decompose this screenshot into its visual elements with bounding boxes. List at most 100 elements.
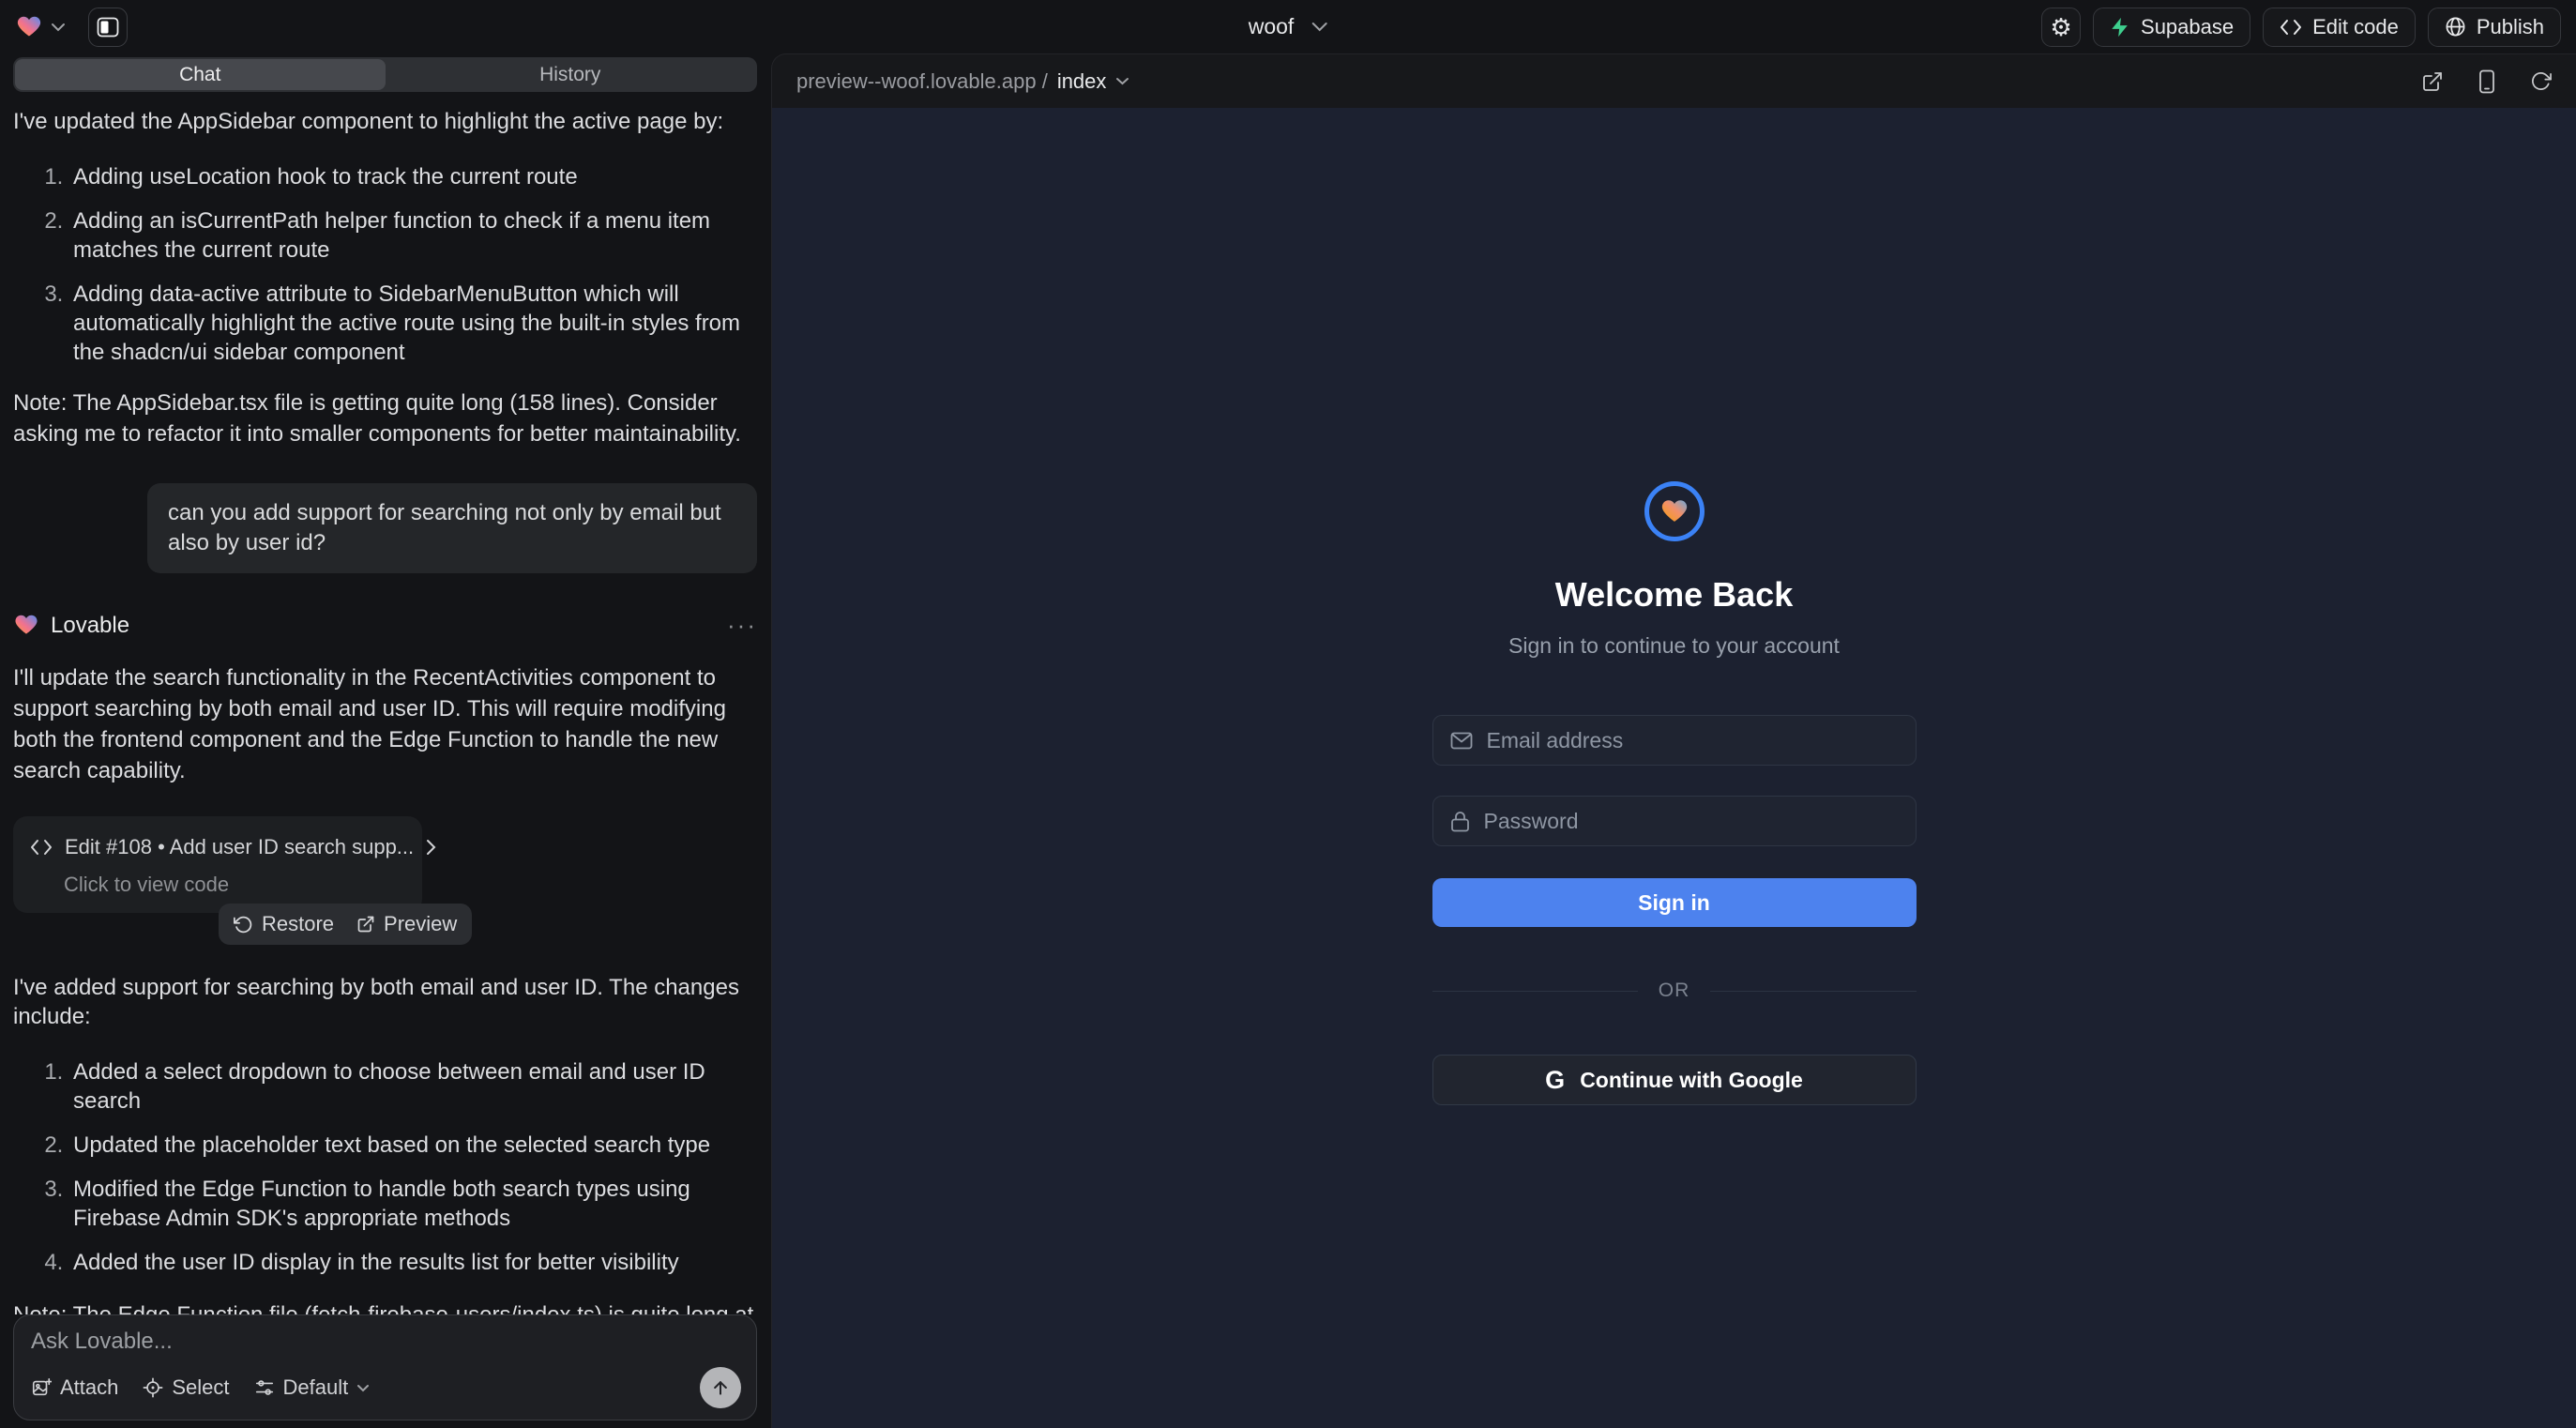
divider-line xyxy=(1432,991,1638,992)
assistant-message-text: I've added support for searching by both… xyxy=(13,973,757,1031)
attach-image-icon xyxy=(31,1377,52,1398)
list-item: Added the user ID display in the results… xyxy=(69,1248,757,1277)
project-switcher[interactable]: woof xyxy=(1249,0,1328,53)
list-item: Adding data-active attribute to SidebarM… xyxy=(69,280,757,367)
assistant-header: Lovable ··· xyxy=(13,611,757,640)
topbar: woof ⚙ Supabase Edit code xyxy=(0,0,2576,53)
chevron-down-icon xyxy=(1115,77,1129,85)
default-label: Default xyxy=(283,1375,349,1400)
password-field[interactable] xyxy=(1484,809,1899,834)
smartphone-icon xyxy=(2478,69,2496,94)
mobile-view-button[interactable] xyxy=(2478,69,2496,94)
envelope-icon xyxy=(1450,732,1473,750)
restore-button[interactable]: Restore xyxy=(234,912,334,936)
chat-input[interactable] xyxy=(31,1329,741,1355)
preview-iframe: Welcome Back Sign in to continue to your… xyxy=(772,108,2576,1428)
supabase-label: Supabase xyxy=(2141,15,2234,39)
open-in-new-tab-button[interactable] xyxy=(2421,70,2444,93)
page-title: Welcome Back xyxy=(1555,575,1793,615)
tab-chat[interactable]: Chat xyxy=(15,59,386,90)
restore-icon xyxy=(234,915,253,934)
sign-in-button[interactable]: Sign in xyxy=(1432,878,1917,927)
chevron-down-icon xyxy=(356,1384,370,1392)
assistant-name: Lovable xyxy=(51,611,129,640)
app-heart-icon xyxy=(1659,498,1690,525)
user-message-row: can you add support for searching not on… xyxy=(13,483,757,573)
code-icon xyxy=(2280,19,2302,36)
preview-url-bar: preview--woof.lovable.app / index xyxy=(772,54,2576,108)
app-logo-ring xyxy=(1644,481,1705,541)
password-field-wrap xyxy=(1432,796,1917,846)
google-label: Continue with Google xyxy=(1580,1068,1803,1093)
select-button[interactable]: Select xyxy=(143,1375,229,1400)
globe-icon xyxy=(2445,16,2466,38)
edit-card-header: Edit #108 • Add user ID search supp... xyxy=(30,832,405,861)
lovable-avatar-icon xyxy=(13,614,39,637)
list-item: Adding an isCurrentPath helper function … xyxy=(69,206,757,265)
email-field[interactable] xyxy=(1487,728,1899,753)
attach-label: Attach xyxy=(60,1375,118,1400)
main-layout: Chat History I've updated the AppSidebar… xyxy=(0,53,2576,1428)
preview-url-page: index xyxy=(1057,69,1107,94)
continue-with-google-button[interactable]: G Continue with Google xyxy=(1432,1055,1917,1105)
code-icon xyxy=(30,839,53,856)
google-g-icon: G xyxy=(1545,1068,1565,1093)
lovable-heart-icon xyxy=(15,15,43,39)
sidebar-toggle-button[interactable] xyxy=(88,8,128,47)
restore-label: Restore xyxy=(262,912,334,936)
assistant-note-text: Note: The Edge Function file (fetch-fire… xyxy=(13,1299,757,1314)
list-item: Modified the Edge Function to handle bot… xyxy=(69,1175,757,1233)
publish-label: Publish xyxy=(2477,15,2544,39)
chevron-down-icon xyxy=(1311,22,1327,32)
assistant-message-list: Added a select dropdown to choose betwee… xyxy=(13,1057,757,1277)
chat-history-tabs: Chat History xyxy=(13,57,757,92)
or-divider: OR xyxy=(1432,980,1917,1002)
supabase-bolt-icon xyxy=(2110,17,2130,38)
email-field-wrap xyxy=(1432,715,1917,766)
edit-card-title: Edit #108 • Add user ID search supp... xyxy=(65,832,414,861)
user-message-bubble: can you add support for searching not on… xyxy=(147,483,757,573)
edit-code-button[interactable]: Edit code xyxy=(2263,8,2416,47)
page-subtitle: Sign in to continue to your account xyxy=(1508,633,1840,659)
attach-button[interactable]: Attach xyxy=(31,1375,118,1400)
lock-icon xyxy=(1450,811,1470,832)
assistant-message-text: I'll update the search functionality in … xyxy=(13,662,757,786)
chevron-right-icon xyxy=(426,839,436,856)
assistant-message-list: Adding useLocation hook to track the cur… xyxy=(13,162,757,367)
gear-icon: ⚙ xyxy=(2050,15,2071,39)
settings-button[interactable]: ⚙ xyxy=(2041,8,2081,47)
tab-history[interactable]: History xyxy=(386,59,756,90)
edit-code-card[interactable]: Edit #108 • Add user ID search supp... C… xyxy=(13,816,422,913)
publish-button[interactable]: Publish xyxy=(2428,8,2561,47)
edit-card-subtitle: Click to view code xyxy=(64,870,405,899)
lovable-app-window: woof ⚙ Supabase Edit code xyxy=(0,0,2576,1428)
chevron-down-icon xyxy=(51,23,66,32)
external-link-icon xyxy=(2421,70,2444,93)
select-target-icon xyxy=(143,1377,163,1398)
composer: Attach Select xyxy=(13,1314,757,1420)
select-label: Select xyxy=(172,1375,229,1400)
list-item: Added a select dropdown to choose betwee… xyxy=(69,1057,757,1116)
preview-url-prefix: preview--woof.lovable.app / xyxy=(796,69,1048,94)
topbar-left xyxy=(15,8,128,47)
preview-button[interactable]: Preview xyxy=(356,912,457,936)
arrow-up-icon xyxy=(711,1378,730,1397)
composer-toolbar: Attach Select xyxy=(31,1367,741,1408)
model-default-button[interactable]: Default xyxy=(254,1375,371,1400)
sliders-icon xyxy=(254,1377,275,1398)
send-button[interactable] xyxy=(700,1367,741,1408)
chat-message-list[interactable]: I've updated the AppSidebar component to… xyxy=(13,92,757,1314)
list-item: Updated the placeholder text based on th… xyxy=(69,1131,757,1160)
preview-label: Preview xyxy=(384,912,457,936)
message-more-button[interactable]: ··· xyxy=(727,611,757,640)
divider-line xyxy=(1710,991,1916,992)
lovable-logo-menu[interactable] xyxy=(15,15,66,39)
supabase-button[interactable]: Supabase xyxy=(2093,8,2250,47)
sidebar-toggle-icon xyxy=(97,17,119,38)
project-name: woof xyxy=(1249,14,1295,39)
list-item: Adding useLocation hook to track the cur… xyxy=(69,162,757,191)
assistant-note-text: Note: The AppSidebar.tsx file is getting… xyxy=(13,387,757,449)
refresh-button[interactable] xyxy=(2530,70,2552,92)
restore-preview-pill: Restore Preview xyxy=(219,904,472,945)
preview-url-selector[interactable]: preview--woof.lovable.app / index xyxy=(796,69,1129,94)
